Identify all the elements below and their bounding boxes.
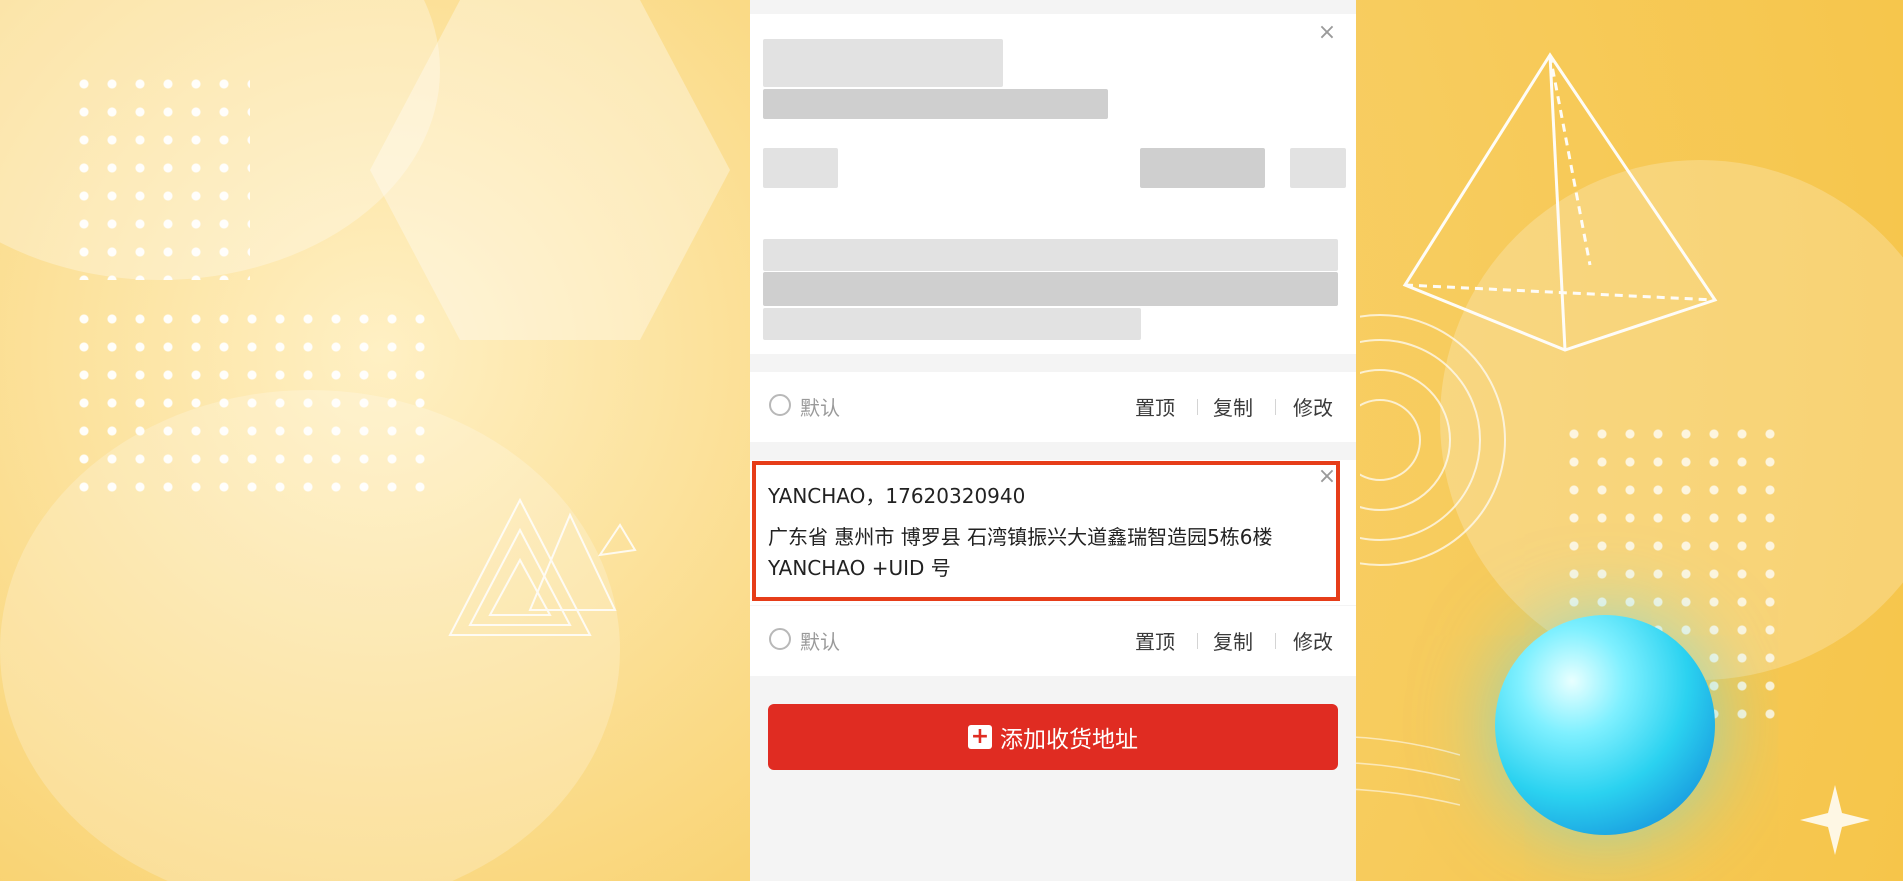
bg-pyramid-icon (1402, 52, 1718, 352)
recipient-name-phone: YANCHAO，17620320940 (768, 484, 1026, 508)
default-radio[interactable] (769, 628, 791, 650)
address-actions-row: 默认 置顶 复制 修改 (750, 372, 1356, 442)
close-icon[interactable]: × (1316, 466, 1338, 488)
redacted-phone (763, 89, 1108, 119)
bg-triangles-icon (448, 497, 637, 636)
address-card[interactable]: × (750, 14, 1356, 354)
plus-icon: + (968, 725, 992, 749)
default-radio[interactable] (769, 394, 791, 416)
recipient-address: 广东省 惠州市 博罗县 石湾镇振兴大道鑫瑞智造园5栋6楼 YANCHAO +UI… (768, 525, 1273, 580)
address-list-screen: × 默认 置顶 复制 修改 × YANCHAO，17620320940 广东省 … (750, 0, 1356, 881)
divider (1275, 399, 1276, 415)
default-label[interactable]: 默认 (800, 392, 840, 421)
sparkle-icon (1800, 785, 1870, 855)
redacted-text (1140, 148, 1265, 188)
default-label[interactable]: 默认 (800, 626, 840, 655)
bg-orb (1495, 615, 1715, 835)
redacted-address (763, 308, 1141, 340)
redacted-address (763, 272, 1338, 306)
copy-button[interactable]: 复制 (1213, 626, 1253, 655)
edit-button[interactable]: 修改 (1293, 626, 1333, 655)
redacted-name (763, 39, 1003, 87)
copy-button[interactable]: 复制 (1213, 392, 1253, 421)
redacted-text (763, 148, 838, 188)
redacted-text (1290, 148, 1346, 188)
close-icon[interactable]: × (1316, 22, 1338, 44)
address-actions-row: 默认 置顶 复制 修改 (750, 606, 1356, 676)
address-card-selected[interactable]: × YANCHAO，17620320940 广东省 惠州市 博罗县 石湾镇振兴大… (750, 460, 1356, 605)
edit-button[interactable]: 修改 (1293, 392, 1333, 421)
bg-dot-grid (70, 70, 250, 280)
redacted-address (763, 239, 1338, 271)
pin-button[interactable]: 置顶 (1135, 626, 1175, 655)
pin-button[interactable]: 置顶 (1135, 392, 1175, 421)
divider (1197, 399, 1198, 415)
divider (1275, 633, 1276, 649)
add-address-button[interactable]: + 添加收货地址 (768, 704, 1338, 770)
bg-dot-grid (70, 305, 430, 505)
add-address-label: 添加收货地址 (1000, 727, 1138, 753)
divider (1197, 633, 1198, 649)
